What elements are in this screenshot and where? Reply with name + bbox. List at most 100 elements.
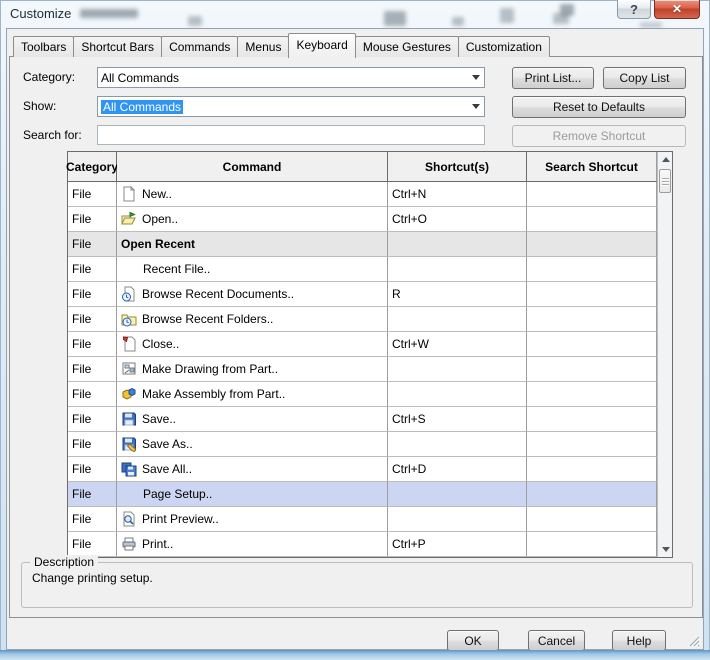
cell-command: Open Recent [117,232,388,257]
scrollbar-thumb[interactable] [659,169,671,193]
table-body: FileNew..Ctrl+NFileOpen..Ctrl+OFileOpen … [68,182,672,557]
ok-button[interactable]: OK [447,630,499,651]
show-dropdown-value: All Commands [101,100,183,114]
table-row[interactable]: FileOpen Recent [68,232,672,257]
search-input[interactable] [97,125,485,145]
category-dropdown-value: All Commands [101,71,179,85]
background-artifact [188,16,202,26]
cell-shortcut: Ctrl+O [388,207,527,232]
print-preview-icon [121,511,142,527]
cell-category: File [68,482,117,507]
reset-to-defaults-button[interactable]: Reset to Defaults [512,96,686,118]
cell-search-shortcut [527,507,657,532]
scroll-up-button[interactable] [658,152,673,167]
command-label: Make Assembly from Part.. [142,387,285,401]
table-row[interactable]: FileBrowse Recent Folders.. [68,307,672,332]
command-label: Print Preview.. [142,512,219,526]
dropdown-arrow-zone[interactable] [467,97,484,116]
table-row[interactable]: FileNew..Ctrl+N [68,182,672,207]
cell-search-shortcut [527,207,657,232]
tab-toolbars[interactable]: Toolbars [13,36,74,57]
help-caption-button[interactable]: ? [617,0,651,19]
command-label: Browse Recent Folders.. [142,312,273,326]
tab-customization[interactable]: Customization [458,36,550,57]
table-row[interactable]: FileBrowse Recent Documents..R [68,282,672,307]
cell-search-shortcut [527,357,657,382]
tab-commands[interactable]: Commands [161,36,238,57]
command-label: Recent File.. [143,262,210,276]
category-dropdown[interactable]: All Commands [97,67,485,88]
table-row[interactable]: File Make Assembly from Part.. [68,382,672,407]
cell-shortcut: Ctrl+S [388,407,527,432]
table-row[interactable]: FileRecent File.. [68,257,672,282]
tab-mouse-gestures[interactable]: Mouse Gestures [355,36,459,57]
description-groupbox: Description Change printing setup. [21,562,693,608]
remove-shortcut-button[interactable]: Remove Shortcut [512,125,686,147]
dialog-client-area: ToolbarsShortcut BarsCommandsMenusKeyboa… [6,28,704,650]
command-label: Close.. [142,337,179,351]
cell-shortcut [388,382,527,407]
table-row[interactable]: FilePage Setup.. [68,482,672,507]
cancel-button[interactable]: Cancel [528,630,585,651]
dropdown-arrow-zone[interactable] [467,68,484,87]
caption-buttons: ? ✕ [617,0,700,19]
scroll-down-button[interactable] [658,542,673,557]
recent-document-icon [121,286,142,302]
resize-grip[interactable] [687,634,700,647]
chevron-down-icon [472,75,480,80]
cell-command: Page Setup.. [117,482,388,507]
table-row[interactable]: FileClose..Ctrl+W [68,332,672,357]
command-label: Print.. [142,537,173,551]
screen: Customize ? ✕ ToolbarsShortcut BarsComma… [0,0,710,660]
description-text: Change printing setup. [32,571,153,585]
table-row[interactable]: FileMake Drawing from Part.. [68,357,672,382]
vertical-scrollbar[interactable] [657,152,672,557]
cell-category: File [68,357,117,382]
cell-shortcut [388,307,527,332]
command-label: Save All.. [142,462,192,476]
table-row[interactable]: FilePrint Preview.. [68,507,672,532]
save-as-icon [121,436,142,452]
cell-command: New.. [117,182,388,207]
table-row[interactable]: File Save All.. Ctrl+D [68,457,672,482]
cell-category: File [68,532,117,557]
table-header-row: CategoryCommandShortcut(s)Search Shortcu… [68,152,672,182]
cell-category: File [68,432,117,457]
close-button[interactable]: ✕ [654,0,700,19]
category-label: Category: [23,67,75,88]
cell-shortcut [388,357,527,382]
print-list-button[interactable]: Print List... [512,67,594,89]
copy-list-button[interactable]: Copy List [603,67,686,89]
table-row[interactable]: FileSave..Ctrl+S [68,407,672,432]
tab-bar: ToolbarsShortcut BarsCommandsMenusKeyboa… [9,33,549,57]
tab-keyboard[interactable]: Keyboard [288,33,355,58]
customize-dialog: Customize ? ✕ ToolbarsShortcut BarsComma… [0,0,710,653]
make-drawing-icon [121,361,142,377]
command-label: Save As.. [142,437,193,451]
cell-category: File [68,182,117,207]
table-row[interactable]: File Save As.. [68,432,672,457]
background-artifact [452,17,464,26]
cell-category: File [68,332,117,357]
tab-shortcut-bars[interactable]: Shortcut Bars [73,36,162,57]
column-header-search-shortcut: Search Shortcut [527,152,657,182]
save-icon [121,411,142,427]
table-row[interactable]: FileOpen..Ctrl+O [68,207,672,232]
show-label: Show: [23,96,56,117]
table-row[interactable]: FilePrint..Ctrl+P [68,532,672,557]
titlebar[interactable]: Customize ? ✕ [0,0,710,28]
cell-search-shortcut [527,182,657,207]
cell-shortcut: Ctrl+D [388,457,527,482]
cell-shortcut [388,507,527,532]
save-all-icon [121,461,142,477]
help-button[interactable]: Help [612,630,666,651]
search-for-label: Search for: [23,125,82,146]
cell-category: File [68,382,117,407]
cell-category: File [68,457,117,482]
show-dropdown[interactable]: All Commands [97,96,485,117]
command-label: Browse Recent Documents.. [142,287,294,301]
cell-search-shortcut [527,382,657,407]
tab-menus[interactable]: Menus [237,36,289,57]
cell-search-shortcut [527,482,657,507]
scroll-up-icon [662,157,670,162]
